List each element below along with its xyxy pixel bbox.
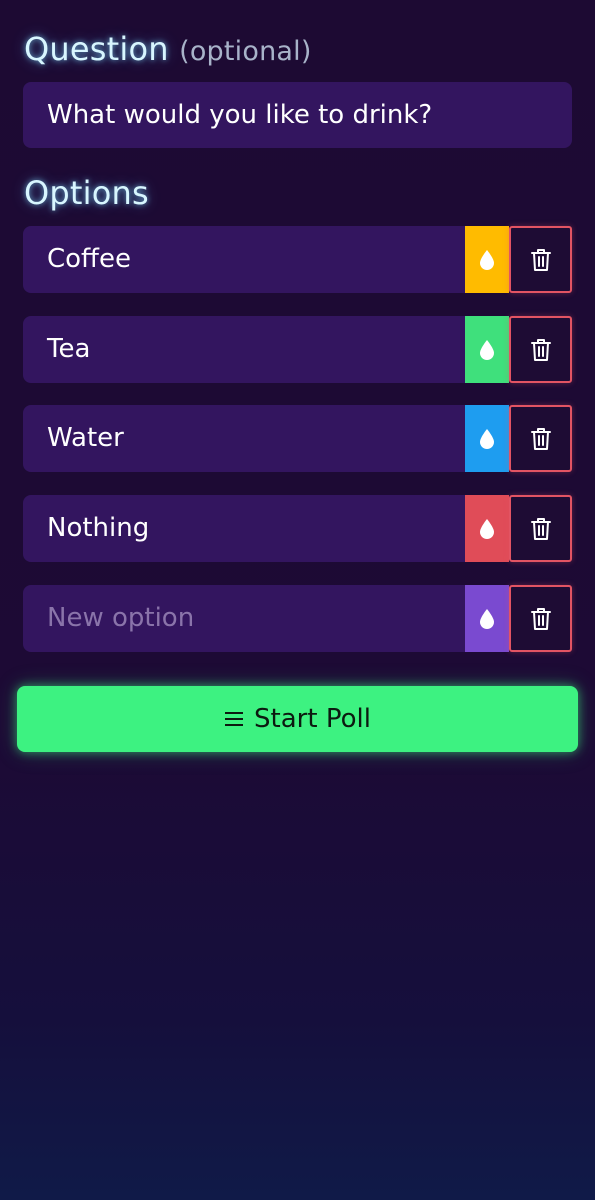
question-input[interactable]: What would you like to drink?: [23, 82, 572, 148]
option-row: Tea: [23, 316, 572, 383]
droplet-icon: [480, 428, 494, 449]
trash-icon: [530, 338, 551, 361]
option-input[interactable]: Coffee: [23, 226, 465, 293]
droplet-icon: [480, 518, 494, 539]
option-color-button[interactable]: [465, 405, 509, 472]
droplet-icon: [480, 608, 494, 629]
menu-icon: [224, 711, 244, 727]
question-optional-label: (optional): [179, 36, 312, 67]
options-title: Options: [24, 174, 149, 212]
trash-icon: [530, 427, 551, 450]
question-title: Question: [24, 30, 169, 68]
option-color-button[interactable]: [465, 585, 509, 652]
new-option-input[interactable]: New option: [23, 585, 465, 652]
new-option-row: New option: [23, 585, 572, 652]
option-color-button[interactable]: [465, 316, 509, 383]
delete-option-button[interactable]: [509, 316, 572, 383]
question-heading: Question (optional): [24, 30, 312, 68]
delete-option-button[interactable]: [509, 585, 572, 652]
option-input[interactable]: Water: [23, 405, 465, 472]
option-row: Coffee: [23, 226, 572, 293]
option-color-button[interactable]: [465, 226, 509, 293]
option-row: Nothing: [23, 495, 572, 562]
start-poll-label: Start Poll: [254, 704, 371, 734]
droplet-icon: [480, 249, 494, 270]
option-input[interactable]: Nothing: [23, 495, 465, 562]
delete-option-button[interactable]: [509, 495, 572, 562]
start-poll-button[interactable]: Start Poll: [17, 686, 578, 752]
option-input[interactable]: Tea: [23, 316, 465, 383]
option-row: Water: [23, 405, 572, 472]
poll-editor: Question (optional) What would you like …: [0, 0, 595, 1200]
trash-icon: [530, 517, 551, 540]
trash-icon: [530, 607, 551, 630]
droplet-icon: [480, 339, 494, 360]
option-color-button[interactable]: [465, 495, 509, 562]
delete-option-button[interactable]: [509, 226, 572, 293]
delete-option-button[interactable]: [509, 405, 572, 472]
trash-icon: [530, 248, 551, 271]
